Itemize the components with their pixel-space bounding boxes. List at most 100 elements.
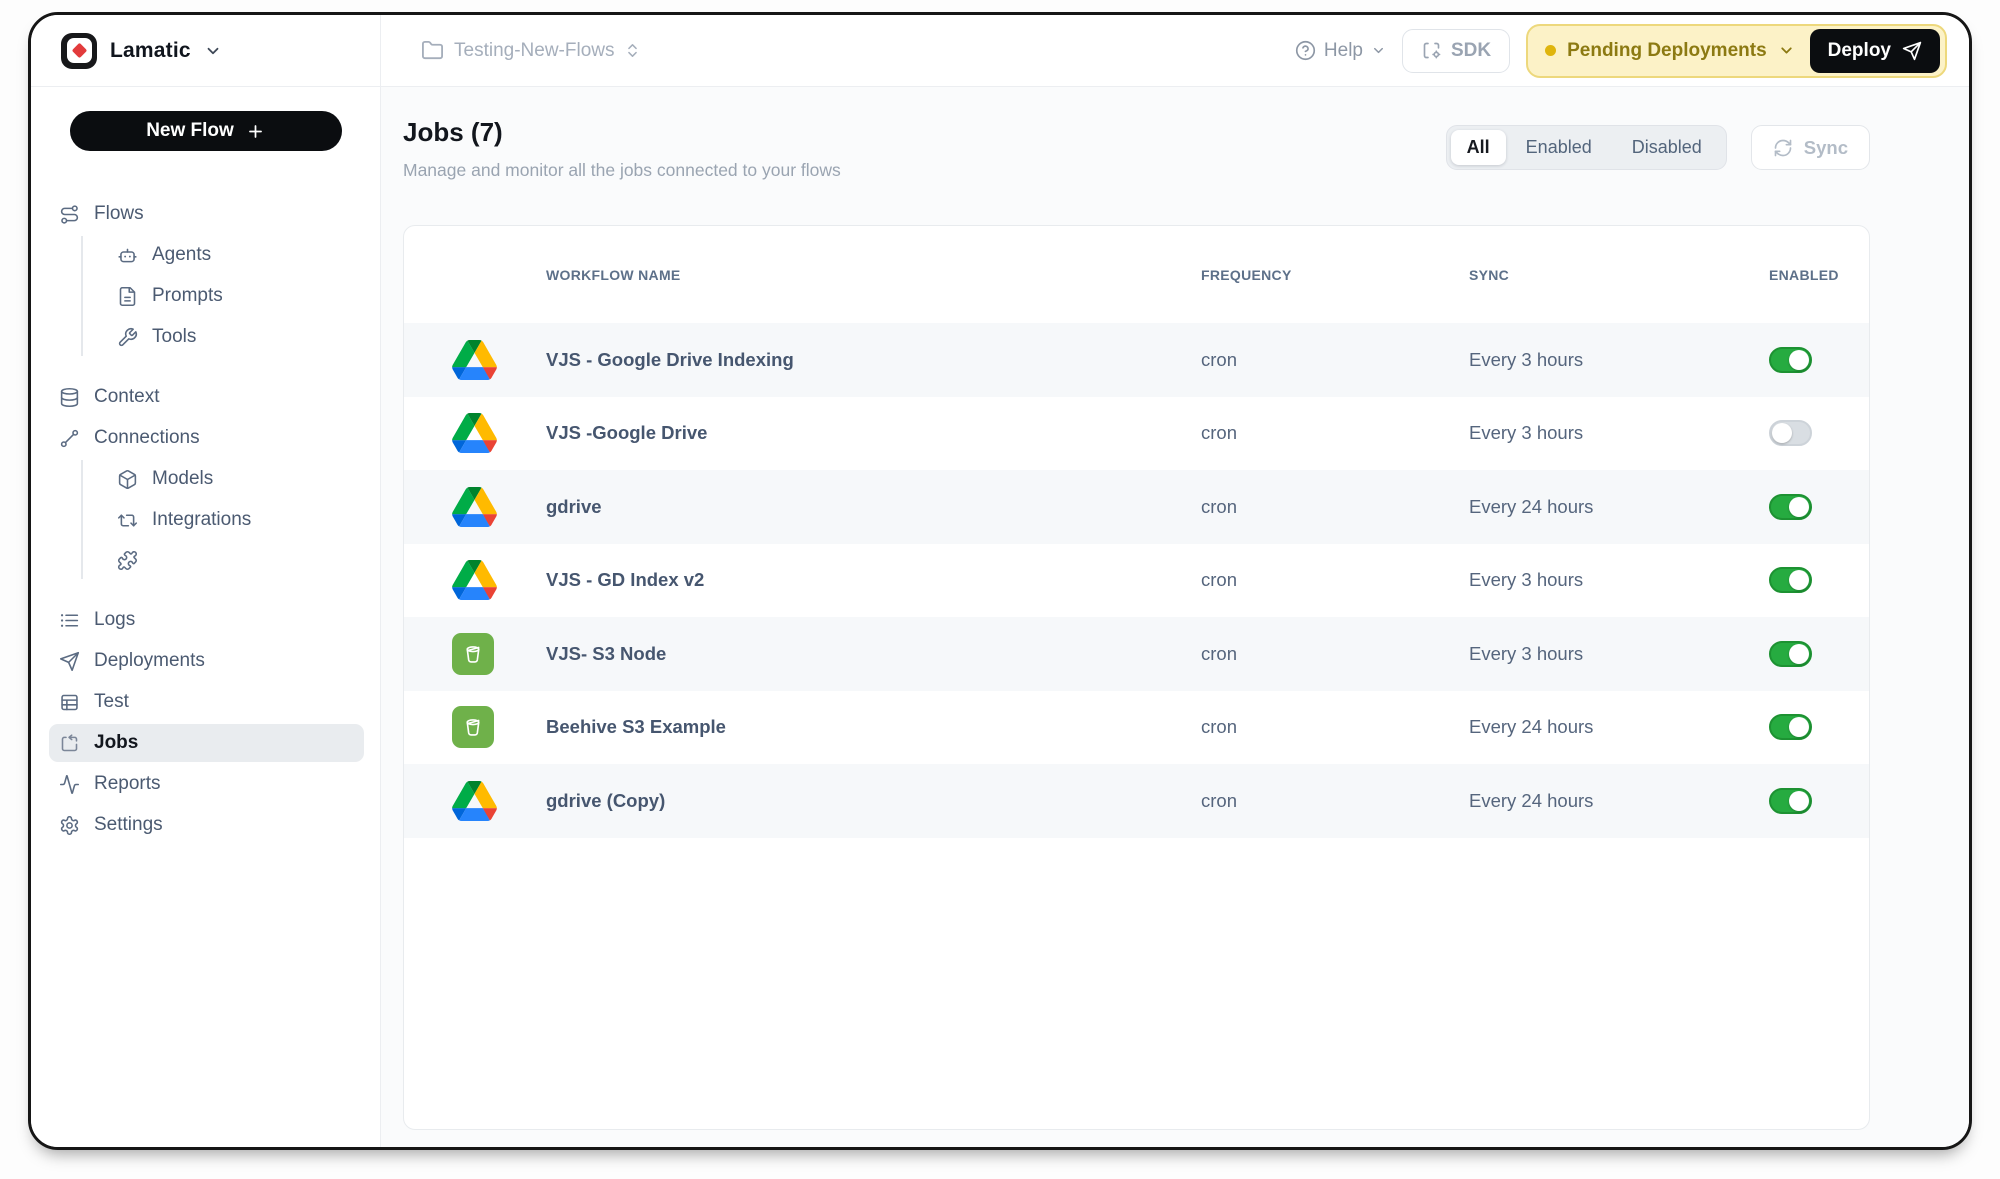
sidebar-item-label: Agents: [152, 244, 211, 266]
sync-value: Every 24 hours: [1469, 716, 1769, 738]
enabled-toggle[interactable]: [1769, 641, 1812, 667]
s3-bucket-icon: [452, 706, 494, 748]
sidebar-item-jobs[interactable]: Jobs: [49, 724, 364, 762]
workflow-name: VJS -Google Drive: [546, 422, 1201, 444]
sidebar-item-interfaces[interactable]: Interfaces: [107, 542, 364, 579]
package-icon: [117, 469, 138, 490]
deploy-button[interactable]: Deploy: [1810, 29, 1940, 73]
file-rotate-icon: [59, 733, 80, 754]
frequency-value: cron: [1201, 790, 1469, 812]
sidebar-item-label: Prompts: [152, 285, 223, 307]
sidebar-nav: Flows Agents Prompts Tools Context Connection…: [31, 195, 380, 844]
table-row[interactable]: gdrive (Copy)cronEvery 24 hours: [404, 764, 1869, 838]
google-drive-icon: [452, 340, 497, 380]
sdk-button[interactable]: SDK: [1402, 29, 1510, 73]
enabled-toggle[interactable]: [1769, 714, 1812, 740]
workflow-name: VJS - GD Index v2: [546, 569, 1201, 591]
sidebar-item-label: Interfaces: [119, 552, 137, 569]
sidebar-item-context[interactable]: Context: [49, 378, 364, 416]
col-frequency: FREQUENCY: [1201, 267, 1469, 283]
help-circle-icon: [1295, 40, 1316, 61]
table-row[interactable]: VJS - Google Drive IndexingcronEvery 3 h…: [404, 323, 1869, 397]
puzzle-icon: Interfaces: [117, 550, 138, 571]
sidebar-item-integrations[interactable]: Integrations: [107, 501, 364, 539]
sidebar-item-label: Connections: [94, 427, 200, 449]
sidebar: New Flow Flows Agents Prompts Tools Context C…: [31, 87, 381, 1147]
sidebar-item-deployments[interactable]: Deployments: [49, 642, 364, 680]
frequency-value: cron: [1201, 716, 1469, 738]
sidebar-item-label: Jobs: [94, 732, 138, 754]
frequency-value: cron: [1201, 422, 1469, 444]
pending-deployments-group: Pending Deployments Deploy: [1526, 24, 1947, 78]
google-drive-icon: [452, 487, 497, 527]
sidebar-item-tools[interactable]: Tools: [107, 318, 364, 356]
frequency-value: cron: [1201, 569, 1469, 591]
enabled-toggle[interactable]: [1769, 567, 1812, 593]
link-nodes-icon: [59, 428, 80, 449]
sidebar-item-flows[interactable]: Flows: [49, 195, 364, 233]
sync-value: Every 3 hours: [1469, 349, 1769, 371]
sidebar-item-agents[interactable]: Agents: [107, 236, 364, 274]
sidebar-item-models[interactable]: Models: [107, 460, 364, 498]
filter-all[interactable]: All: [1451, 130, 1506, 165]
chevron-down-icon[interactable]: [1778, 42, 1795, 59]
table-row[interactable]: VJS - GD Index v2cronEvery 3 hours: [404, 544, 1869, 618]
table-row[interactable]: Beehive S3 ExamplecronEvery 24 hours: [404, 691, 1869, 765]
sidebar-item-prompts[interactable]: Prompts: [107, 277, 364, 315]
workflow-name: VJS - Google Drive Indexing: [546, 349, 1201, 371]
main-content: Jobs (7) Manage and monitor all the jobs…: [381, 87, 1969, 1147]
help-menu[interactable]: Help: [1295, 40, 1386, 62]
sidebar-item-logs[interactable]: Logs: [49, 601, 364, 639]
sync-value: Every 24 hours: [1469, 496, 1769, 518]
s3-bucket-icon: [452, 633, 494, 675]
folder-icon: [421, 39, 444, 62]
new-flow-label: New Flow: [146, 120, 234, 142]
workflow-name: VJS- S3 Node: [546, 643, 1201, 665]
table-row[interactable]: VJS- S3 NodecronEvery 3 hours: [404, 617, 1869, 691]
repeat-icon: [117, 510, 138, 531]
enabled-toggle[interactable]: [1769, 420, 1812, 446]
pending-dot-icon: [1545, 45, 1556, 56]
brand-name: Lamatic: [110, 39, 191, 63]
chevron-down-icon[interactable]: [204, 42, 222, 60]
workflow-name: gdrive: [546, 496, 1201, 518]
enabled-toggle[interactable]: [1769, 788, 1812, 814]
enabled-toggle[interactable]: [1769, 494, 1812, 520]
jobs-table: WORKFLOW NAME FREQUENCY SYNC ENABLED VJS…: [403, 225, 1870, 1130]
file-text-icon: [117, 286, 138, 307]
sidebar-item-connections[interactable]: Connections: [49, 419, 364, 457]
filter-enabled[interactable]: Enabled: [1506, 130, 1612, 165]
sidebar-item-test[interactable]: Test: [49, 683, 364, 721]
chevrons-up-down-icon[interactable]: [624, 42, 641, 59]
sidebar-item-label: Context: [94, 386, 159, 408]
list-icon: [59, 610, 80, 631]
sync-value: Every 24 hours: [1469, 790, 1769, 812]
wrench-icon: [117, 327, 138, 348]
sidebar-item-label: Logs: [94, 609, 135, 631]
sidebar-item-reports[interactable]: Reports: [49, 765, 364, 803]
pending-deployments-label[interactable]: Pending Deployments: [1567, 40, 1767, 62]
frequency-value: cron: [1201, 349, 1469, 371]
refresh-icon: [1773, 138, 1793, 158]
sync-button[interactable]: Sync: [1751, 125, 1870, 170]
filter-disabled[interactable]: Disabled: [1612, 130, 1722, 165]
sidebar-item-label: Models: [152, 468, 213, 490]
gear-icon: [59, 815, 80, 836]
enabled-toggle[interactable]: [1769, 347, 1812, 373]
workflow-name: Beehive S3 Example: [546, 716, 1201, 738]
breadcrumb[interactable]: Testing-New-Flows: [381, 15, 1295, 86]
route-icon: [59, 204, 80, 225]
brand-area[interactable]: Lamatic: [31, 15, 381, 86]
paper-plane-icon: [1902, 41, 1922, 61]
sdk-label: SDK: [1451, 40, 1491, 62]
topbar-actions: Help SDK Pending Deployments Deploy: [1295, 15, 1969, 86]
sidebar-item-settings[interactable]: Settings: [49, 806, 364, 844]
new-flow-button[interactable]: New Flow: [70, 111, 342, 151]
col-enabled: ENABLED: [1769, 267, 1869, 283]
table-row[interactable]: gdrivecronEvery 24 hours: [404, 470, 1869, 544]
page-subtitle: Manage and monitor all the jobs connecte…: [403, 160, 841, 181]
table-row[interactable]: VJS -Google DrivecronEvery 3 hours: [404, 397, 1869, 471]
google-drive-icon: [452, 781, 497, 821]
table-icon: [59, 692, 80, 713]
sync-value: Every 3 hours: [1469, 643, 1769, 665]
